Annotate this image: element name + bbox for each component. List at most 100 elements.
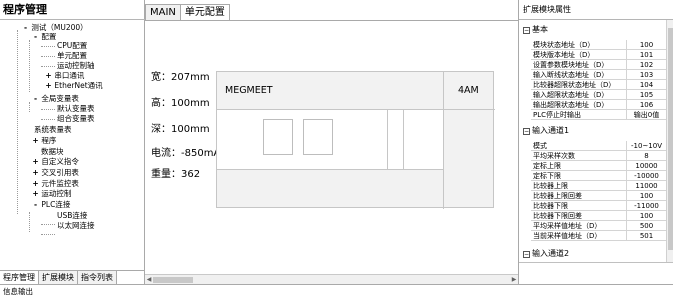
tree-item-usb-connection[interactable]: USB连接 <box>57 211 87 221</box>
module-brand: MEGMEET <box>225 85 273 96</box>
property-row[interactable]: 模式 -10~10V <box>531 141 666 151</box>
left-panel-tabs: 程序管理 扩展模块 指令列表 <box>0 270 145 285</box>
program-manager-panel: 程序管理 - 测试（MU200） - 配置 CPU配置 单元配置 运动控制轴 +… <box>0 0 145 285</box>
horizontal-scrollbar[interactable]: ◀ ▶ <box>145 274 518 284</box>
program-manager-title: 程序管理 <box>0 0 145 20</box>
module-slot <box>303 119 333 155</box>
expand-icon[interactable]: + <box>45 81 52 91</box>
module-divider <box>403 110 404 170</box>
tree-guide-line <box>29 102 30 112</box>
module-slot <box>263 119 293 155</box>
tree-item-unit-config[interactable]: 单元配置 <box>57 51 87 61</box>
expand-icon[interactable]: + <box>32 157 39 167</box>
property-row[interactable]: 输出超限状态地址（D） 106 <box>531 100 666 110</box>
output-panel: 信息输出 <box>0 284 673 298</box>
expand-icon[interactable]: + <box>32 136 39 146</box>
tree-item-cross-ref[interactable]: + 交叉引用表 <box>32 168 79 178</box>
module-height: 高：100mm <box>151 98 210 109</box>
expand-icon[interactable]: + <box>45 71 52 81</box>
property-row[interactable]: 定标上限 10000 <box>531 161 666 171</box>
project-tree: - 测试（MU200） - 配置 CPU配置 单元配置 运动控制轴 + 串口通讯… <box>0 20 145 268</box>
tree-item-cpu-config[interactable]: CPU配置 <box>57 41 87 51</box>
property-row[interactable]: 输入超限状态地址（D） 105 <box>531 90 666 100</box>
editor-tabs: MAIN 单元配置 <box>145 4 230 20</box>
property-row[interactable]: 平均采样次数 8 <box>531 151 666 161</box>
property-row[interactable]: 模块状态地址（D） 100 <box>531 40 666 50</box>
tab-main[interactable]: MAIN <box>145 4 181 20</box>
tree-item-serial-comm[interactable]: + 串口通讯 <box>45 71 84 81</box>
tree-item-config[interactable]: - 配置 <box>32 32 56 42</box>
property-row[interactable]: 比较器上限 11000 <box>531 181 666 191</box>
tree-item-element-monitor[interactable]: + 元件监控表 <box>32 179 79 189</box>
tree-guide-line <box>41 46 55 47</box>
tree-guide-line <box>29 212 30 232</box>
output-panel-title: 信息输出 <box>3 287 33 296</box>
property-row[interactable]: 比较器下限回差 100 <box>531 211 666 221</box>
expansion-module-graphic[interactable]: MEGMEET 4AM <box>216 71 495 209</box>
expand-icon[interactable]: + <box>32 179 39 189</box>
module-properties-panel: 扩展模块属性 − 基本 模块状态地址（D） 100 模块版本地址（D） 101 设置参… <box>518 0 673 284</box>
collapse-icon[interactable]: - <box>32 200 39 210</box>
tree-item-combined-vars[interactable]: 组合变量表 <box>57 114 95 124</box>
tree-guide-line <box>41 119 55 120</box>
tree-guide-line <box>41 56 55 57</box>
property-row[interactable]: PLC停止时输出 输出0值 <box>531 110 666 120</box>
tree-item-plc-connection[interactable]: - PLC连接 <box>32 200 70 210</box>
tab-program-manager[interactable]: 程序管理 <box>0 271 39 285</box>
section-input-channel-1[interactable]: − 输入通道1 <box>519 125 666 137</box>
property-row[interactable]: 模块版本地址（D） 101 <box>531 50 666 60</box>
tree-guide-line <box>41 66 55 67</box>
collapse-icon[interactable]: - <box>32 32 39 42</box>
editor-area: MAIN 单元配置 宽：207mm 高：100mm 深：100mm 电流：-85… <box>145 0 518 284</box>
module-body <box>217 110 443 170</box>
collapse-icon[interactable]: − <box>523 251 530 258</box>
tree-item-data-block[interactable]: 数据块 <box>41 147 64 157</box>
tab-expansion-modules[interactable]: 扩展模块 <box>39 271 78 285</box>
tree-item-ethernet-connection[interactable]: 以太网连接 <box>57 221 95 231</box>
expand-icon[interactable]: + <box>32 168 39 178</box>
scrollbar-thumb[interactable] <box>153 277 193 283</box>
tree-item-program[interactable]: + 程序 <box>32 136 56 146</box>
section-basic[interactable]: − 基本 <box>519 24 666 36</box>
tree-item-system-table[interactable]: 系统表量表 <box>34 125 72 135</box>
tree-item-custom-instr[interactable]: + 自定义指令 <box>32 157 79 167</box>
tree-item-motion-axis[interactable]: 运动控制轴 <box>57 61 95 71</box>
tree-guide-line <box>41 109 55 110</box>
collapse-icon[interactable]: - <box>32 94 39 104</box>
module-divider <box>387 110 388 170</box>
property-description-area <box>519 262 673 284</box>
property-row[interactable]: 当前采样值地址（D） 501 <box>531 231 666 241</box>
tree-guide-line <box>29 40 30 92</box>
property-row[interactable]: 比较器下限 -11000 <box>531 201 666 211</box>
tab-instruction-list[interactable]: 指令列表 <box>78 271 117 285</box>
tree-guide-line <box>41 234 55 235</box>
scrollbar-thumb[interactable] <box>668 28 673 250</box>
tree-item-ethernet-comm[interactable]: + EtherNet通讯 <box>45 81 102 91</box>
module-depth: 深：100mm <box>151 124 210 135</box>
property-row[interactable]: 设置参数模块地址（D） 102 <box>531 60 666 70</box>
property-row[interactable]: 平均采样值地址（D） 500 <box>531 221 666 231</box>
property-grid: − 基本 模块状态地址（D） 100 模块版本地址（D） 101 设置参数模块地址（D… <box>519 20 666 262</box>
module-divider <box>443 72 444 209</box>
property-row[interactable]: 定标下限 -10000 <box>531 171 666 181</box>
property-row[interactable]: 输入断线状态地址（D） 103 <box>531 70 666 80</box>
property-row[interactable]: 比较器上限回差 100 <box>531 191 666 201</box>
tree-guide-line <box>17 30 18 214</box>
collapse-icon[interactable]: − <box>523 27 530 34</box>
property-row[interactable]: 比较器超限状态地址（D） 104 <box>531 80 666 90</box>
tree-item-global-vars[interactable]: - 全局变量表 <box>32 94 79 104</box>
tree-item-default-vars[interactable]: 默认变量表 <box>57 104 95 114</box>
tab-unit-config[interactable]: 单元配置 <box>179 4 230 20</box>
vertical-scrollbar[interactable] <box>666 20 673 262</box>
tree-item-motion-control[interactable]: + 运动控制 <box>32 189 71 199</box>
section-input-channel-2[interactable]: − 输入通道2 <box>519 248 666 260</box>
module-current: 电流：-850mA <box>151 148 221 159</box>
unit-config-canvas: 宽：207mm 高：100mm 深：100mm 电流：-850mA 重量：362… <box>145 20 518 274</box>
collapse-icon[interactable]: − <box>523 128 530 135</box>
module-model: 4AM <box>458 85 479 96</box>
collapse-icon[interactable]: - <box>22 23 29 33</box>
expand-icon[interactable]: + <box>32 189 39 199</box>
module-properties-title: 扩展模块属性 <box>519 0 673 20</box>
module-weight: 重量：362 <box>151 169 201 180</box>
module-width: 宽：207mm <box>151 72 210 83</box>
